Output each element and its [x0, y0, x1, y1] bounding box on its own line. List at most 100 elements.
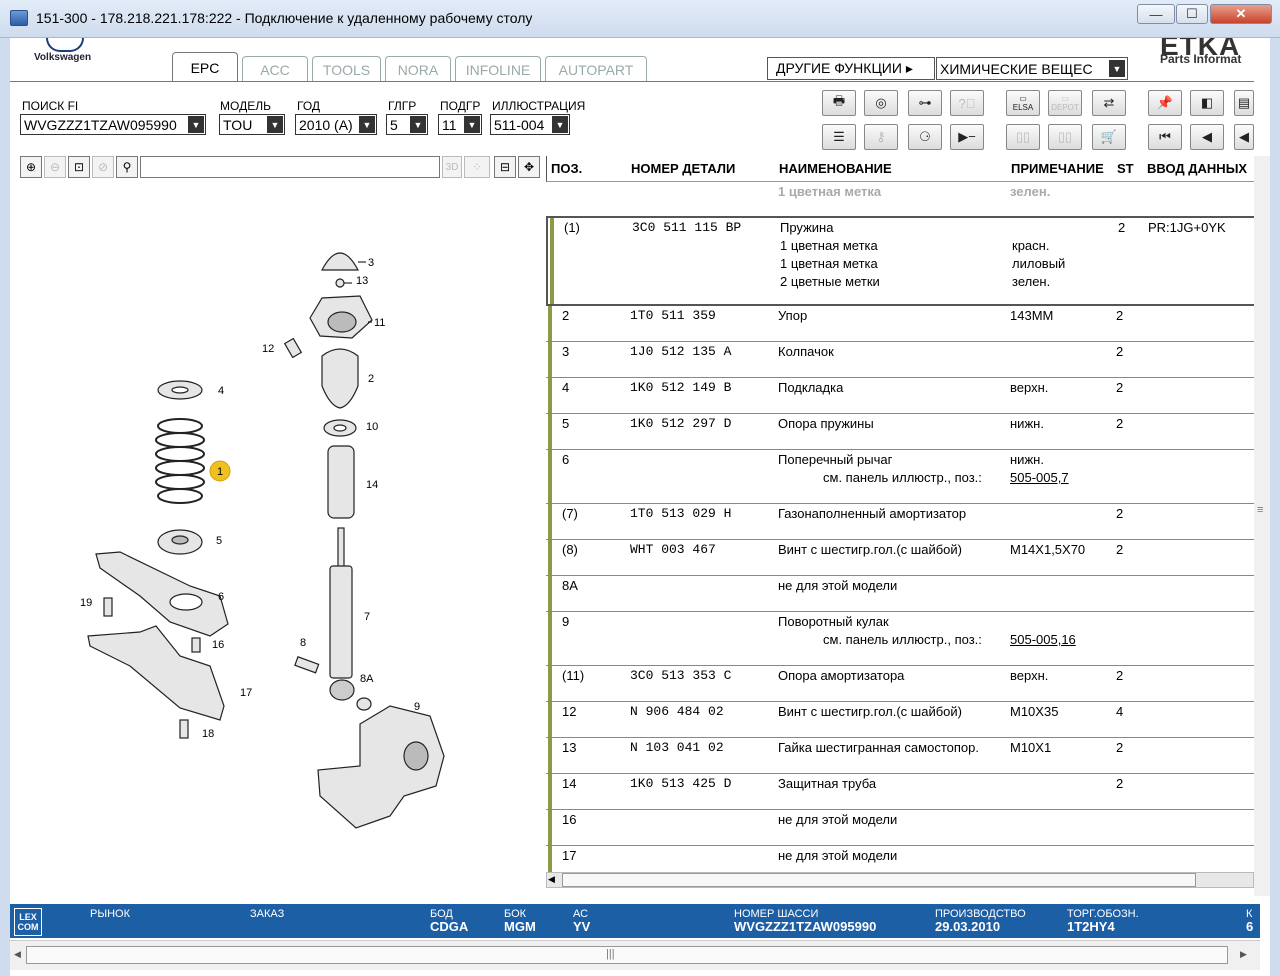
table-row[interactable]: 12 N 906 484 02 Винт с шестигр.гол.(с шайб… [546, 702, 1254, 738]
hotspot-icon[interactable]: ⁘ [464, 156, 490, 178]
callout-12: 12 [262, 343, 274, 355]
other-functions-menu[interactable]: ДРУГИЕ ФУНКЦИИ ▸ [767, 57, 935, 80]
zoom-search-input[interactable] [140, 156, 440, 178]
back-icon[interactable]: ◀ [1234, 124, 1254, 150]
maximize-button[interactable]: ☐ [1176, 4, 1208, 24]
cell-pos: 12 [562, 704, 577, 719]
col-part-number[interactable]: НОМЕР ДЕТАЛИ [631, 161, 735, 176]
page-back-icon[interactable]: ◧ [1190, 90, 1224, 116]
table-row[interactable]: 5 1K0 512 297 D Опора пружины нижн. 2 [546, 414, 1254, 450]
illustration-link[interactable]: 505-005,16 [1010, 632, 1076, 647]
tab-acc[interactable]: ACC [242, 56, 308, 82]
chemicals-select[interactable]: ХИМИЧЕСКИЕ ВЕЩЕС ▼ [936, 57, 1128, 80]
col-data-input[interactable]: ВВОД ДАННЫХ [1147, 161, 1247, 176]
table-row[interactable]: (1) 3C0 511 115 BP Пружина 2 PR:1JG+0YK 1 цве… [546, 216, 1254, 306]
chevron-down-icon[interactable]: ▼ [188, 116, 204, 133]
table-scroll-thumb[interactable] [562, 873, 1196, 887]
tab-tools[interactable]: TOOLS [312, 56, 381, 82]
device-compare-icon[interactable]: ▯▯ [1048, 124, 1082, 150]
table-row[interactable]: 4 1K0 512 149 B Подкладка верхн. 2 [546, 378, 1254, 414]
split-view-icon[interactable]: ⊟ [494, 156, 516, 178]
cell-pos: (11) [562, 668, 585, 683]
scroll-left-icon[interactable]: ◀ [14, 949, 21, 960]
table-row[interactable]: 16 не для этой модели [546, 810, 1254, 846]
cell-name: см. панель иллюстр., поз.: [823, 632, 982, 647]
year-select[interactable]: 2010 (A) ▼ [295, 114, 377, 135]
table-row[interactable]: 6 Поперечный рычаг нижн. см. панель иллюстр… [546, 450, 1254, 504]
chevron-down-icon[interactable]: ▼ [1109, 60, 1125, 77]
table-row[interactable]: 13 N 103 041 02 Гайка шестигранная самосто… [546, 738, 1254, 774]
table-row[interactable]: 3 1J0 512 135 A Колпачок 2 [546, 342, 1254, 378]
chevron-down-icon[interactable]: ▼ [359, 116, 375, 133]
subgroup-value: 11 [442, 116, 457, 133]
cart-icon[interactable]: 🛒 [1092, 124, 1126, 150]
cart-transfer-icon[interactable]: ⇄ [1092, 90, 1126, 116]
col-name[interactable]: НАИМЕНОВАНИЕ [779, 161, 892, 176]
chevron-down-icon[interactable]: ▼ [464, 116, 480, 133]
binoculars-icon[interactable]: ⊶ [908, 90, 942, 116]
bike-icon[interactable]: ⚆ [908, 124, 942, 150]
cell-part-number: N 906 484 02 [630, 704, 724, 719]
zoom-out-icon[interactable]: ⊖ [44, 156, 66, 178]
depot-monitor-icon: ▭ [1061, 94, 1069, 103]
list-icon[interactable]: ☰ [822, 124, 856, 150]
help-icon[interactable]: ?⃝ [950, 90, 984, 116]
tab-epc[interactable]: EPC [172, 52, 238, 82]
row-marker [548, 738, 552, 773]
table-row[interactable]: (7) 1T0 513 029 H Газонаполненный амортиза… [546, 504, 1254, 540]
illustration-select[interactable]: 511-004 ▼ [490, 114, 570, 135]
tab-nora[interactable]: NORA [385, 56, 451, 82]
scroll-left-icon[interactable]: ◀ [548, 874, 555, 885]
view-3d-button[interactable]: 3D [442, 156, 462, 178]
main-group-select[interactable]: 5 ▼ [386, 114, 428, 135]
print-icon[interactable]: 🖶 [822, 90, 856, 116]
cell-part-number: 1K0 512 149 B [630, 380, 732, 395]
cap-part [321, 252, 359, 271]
page-icon[interactable]: ▤ [1234, 90, 1254, 116]
arrow-minus-icon[interactable]: ▶− [950, 124, 984, 150]
search-icon[interactable]: ⚲ [116, 156, 138, 178]
close-button[interactable]: ✕ [1210, 4, 1272, 24]
minimize-button[interactable]: — [1137, 4, 1175, 24]
depot-icon[interactable]: ▭ DEPOT [1048, 90, 1082, 116]
scroll-grip-icon[interactable]: ||| [606, 948, 615, 960]
zoom-fit-icon[interactable]: ⊡ [68, 156, 90, 178]
zoom-in-icon[interactable]: ⊕ [20, 156, 42, 178]
scroll-grip-icon[interactable]: ≡ [1257, 504, 1263, 516]
pin-icon[interactable]: 📌 [1148, 90, 1182, 116]
zoom-reset-icon[interactable]: ⊘ [92, 156, 114, 178]
illustration-link[interactable]: 505-005,7 [1010, 470, 1069, 485]
table-row[interactable]: (11) 3C0 513 353 C Опора амортизатора верхн… [546, 666, 1254, 702]
table-row[interactable]: 9 Поворотный кулак см. панель иллюстр., по… [546, 612, 1254, 666]
table-row[interactable]: 14 1K0 513 425 D Защитная труба 2 [546, 774, 1254, 810]
col-st[interactable]: ST [1117, 161, 1134, 176]
first-icon[interactable]: ⏮ [1148, 124, 1182, 150]
elsa-icon[interactable]: ▭ ELSA [1006, 90, 1040, 116]
device-icon[interactable]: ▯▯ [1006, 124, 1040, 150]
key-icon[interactable]: ⚷ [864, 124, 898, 150]
speedometer-icon[interactable]: ◎ [864, 90, 898, 116]
scroll-right-icon[interactable]: ▶ [1240, 949, 1247, 960]
model-select[interactable]: TOU ▼ [219, 114, 285, 135]
col-note[interactable]: ПРИМЕЧАНИЕ [1011, 161, 1104, 176]
tab-infoline[interactable]: INFOLINE [455, 56, 541, 82]
subgroup-select[interactable]: 11 ▼ [438, 114, 482, 135]
cell-st: 2 [1116, 380, 1124, 395]
tab-autopart[interactable]: AUTOPART [545, 56, 647, 82]
cell-name: Газонаполненный амортизатор [778, 506, 967, 521]
table-row[interactable]: 2 1T0 511 359 Упор 143MM 2 [546, 306, 1254, 342]
bump-stop-part [321, 348, 359, 409]
table-row[interactable]: 8A не для этой модели [546, 576, 1254, 612]
col-pos[interactable]: ПОЗ. [551, 161, 582, 176]
move-icon[interactable]: ✥ [518, 156, 540, 178]
bottom-scroll-thumb[interactable] [26, 946, 1228, 964]
chevron-down-icon[interactable]: ▼ [552, 116, 568, 133]
fi-search-field[interactable]: WVGZZZ1TZAW095990 ▼ [20, 114, 206, 135]
row-marker [548, 612, 552, 665]
previous-icon[interactable]: ◀ [1190, 124, 1224, 150]
chevron-down-icon[interactable]: ▼ [410, 116, 426, 133]
table-row[interactable]: (8) WHT 003 467 Винт с шестигр.гол.(с шайб… [546, 540, 1254, 576]
chevron-down-icon[interactable]: ▼ [267, 116, 283, 133]
vertical-scrollbar[interactable] [1254, 156, 1270, 896]
window-frame-left [0, 38, 10, 976]
